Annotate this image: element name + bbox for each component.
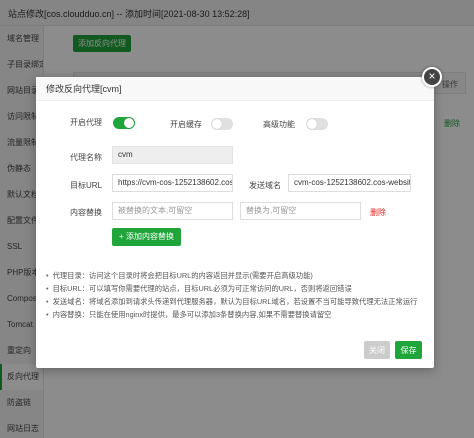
note-item: 发送域名：将域名添加到请求头传递到代理服务器，默认为目标URL域名，若设置不当可…: [46, 295, 426, 308]
enable-cache-toggle[interactable]: [211, 118, 233, 130]
content-replace-label: 内容替换: [70, 208, 102, 217]
enable-proxy-toggle[interactable]: [113, 117, 135, 129]
advanced-toggle[interactable]: [306, 118, 328, 130]
proxy-name-field: cvm: [112, 146, 233, 164]
save-button[interactable]: 保存: [395, 341, 422, 359]
add-replace-button[interactable]: + 添加内容替换: [112, 228, 181, 246]
note-item: 目标URL：可以填写你需要代理的站点，目标URL必须为可正常访问的URL，否则将…: [46, 282, 426, 295]
replace-from-input[interactable]: 被替换的文本,可留空: [112, 202, 233, 220]
target-url-label: 目标URL: [70, 181, 103, 190]
enable-cache-label: 开启缓存: [170, 120, 202, 129]
replace-to-input[interactable]: 替换为,可留空: [240, 202, 361, 220]
help-notes: 代理目录：访问这个目录时将会把目标URL的内容返回并显示(需要开启高级功能) 目…: [46, 269, 426, 321]
target-url-field[interactable]: https://cvm-cos-1252138602.cos-we: [112, 174, 233, 192]
toggle-knob: [124, 118, 134, 128]
note-item: 内容替换：只能在使用nginx时提供，最多可以添加3条替换内容,如果不需要替换请…: [46, 308, 426, 321]
replace-delete-link[interactable]: 删除: [370, 207, 386, 218]
note-item: 代理目录：访问这个目录时将会把目标URL的内容返回并显示(需要开启高级功能): [46, 269, 426, 282]
add-replace-label: 添加内容替换: [125, 232, 174, 241]
toggle-knob: [212, 119, 222, 129]
enable-proxy-label: 开启代理: [70, 118, 102, 127]
proxy-name-label: 代理名称: [70, 153, 102, 162]
advanced-label: 高级功能: [263, 120, 295, 129]
close-button[interactable]: 关闭: [364, 341, 390, 359]
send-domain-label: 发送域名: [249, 181, 281, 190]
toggle-knob: [307, 119, 317, 129]
close-icon[interactable]: ×: [422, 67, 442, 87]
modal-title: 修改反向代理[cvm]: [36, 77, 434, 101]
plus-icon: +: [119, 232, 126, 241]
edit-proxy-modal: 修改反向代理[cvm] × 开启代理 开启缓存 高级功能 代理名称 cvm 目标…: [36, 67, 442, 368]
send-domain-field[interactable]: cvm-cos-1252138602.cos-website.a: [288, 174, 411, 192]
